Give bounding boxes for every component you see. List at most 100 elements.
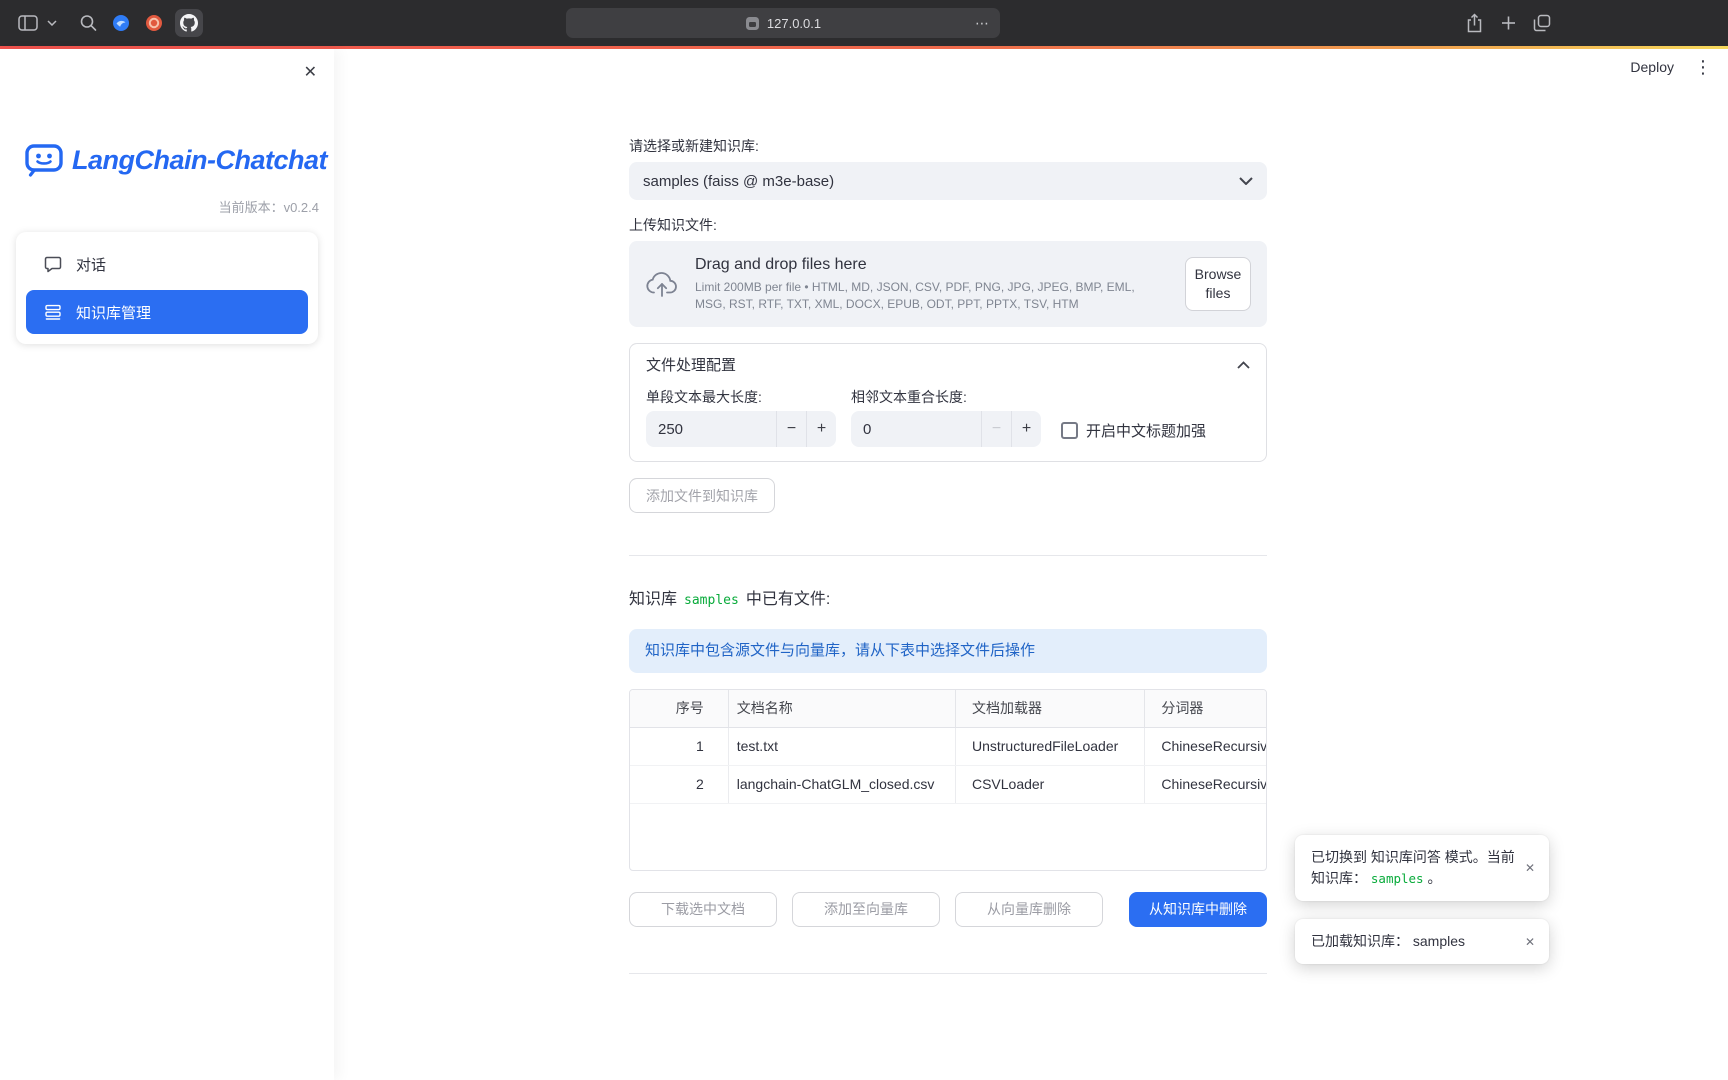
cell-doc-name: langchain-ChatGLM_closed.csv (728, 766, 955, 803)
overlap-size-input[interactable]: 0 − + (851, 411, 1041, 447)
toast-close-button[interactable]: ✕ (1522, 933, 1538, 951)
file-config-expander: 文件处理配置 单段文本最大长度: 250 − + 相邻文本重合长度: (629, 343, 1267, 462)
chevron-down-icon (47, 20, 57, 26)
dropzone-title: Drag and drop files here (695, 256, 1169, 274)
deploy-button[interactable]: Deploy (1630, 59, 1674, 75)
files-table[interactable]: 序号 文档名称 文档加载器 分词器 1 test.txt Unstructure… (629, 689, 1267, 871)
toast-close-button[interactable]: ✕ (1522, 859, 1538, 877)
plus-icon (1501, 16, 1516, 31)
cell-index: 2 (630, 766, 728, 803)
app-shortcut-blue[interactable] (112, 14, 130, 32)
toast-kb-name-code: samples (1371, 871, 1424, 886)
add-files-button[interactable]: 添加文件到知识库 (629, 478, 775, 513)
url-text: 127.0.0.1 (767, 16, 821, 31)
page-settings-button[interactable]: ⋯ (972, 13, 992, 33)
sidebar-item-chat[interactable]: 对话 (26, 242, 308, 286)
column-header-index[interactable]: 序号 (630, 690, 728, 727)
chunk-plus-button[interactable]: + (806, 411, 836, 447)
share-button[interactable] (1466, 13, 1483, 33)
content-block: 请选择或新建知识库: samples (faiss @ m3e-base) 上传… (629, 49, 1267, 974)
github-shortcut[interactable] (175, 9, 203, 37)
toast-kb-loaded: 已加载知识库： samples ✕ (1295, 919, 1549, 964)
address-bar[interactable]: 127.0.0.1 ⋯ (566, 8, 1000, 38)
browser-toolbar: 127.0.0.1 ⋯ (0, 0, 1728, 46)
cell-index: 1 (630, 728, 728, 765)
tabs-icon (1533, 14, 1551, 32)
toast-stack: 已切换到 知识库问答 模式。当前知识库： samples 。 ✕ 已加载知识库：… (1295, 835, 1549, 964)
github-icon (180, 14, 198, 32)
cell-splitter: ChineseRecursiveT (1144, 766, 1266, 803)
column-header-loader[interactable]: 文档加载器 (955, 690, 1144, 727)
blue-app-icon (112, 14, 130, 32)
sidebar: ✕ LangChain-Chatchat 当前版本：v0.2.4 对话 知识库管… (0, 49, 334, 1080)
app-shortcut-orange[interactable] (145, 14, 163, 32)
knowledge-base-icon (44, 303, 62, 321)
tab-overview-button[interactable] (1533, 14, 1551, 32)
existing-files-prefix: 知识库 (629, 585, 677, 609)
chunk-size-label: 单段文本最大长度: (646, 389, 836, 405)
overlap-size-value[interactable]: 0 (851, 411, 981, 447)
info-alert: 知识库中包含源文件与向量库，请从下表中选择文件后操作 (629, 629, 1267, 673)
app-logo-text: LangChain-Chatchat (72, 145, 327, 176)
chat-bubble-icon (44, 255, 62, 273)
kb-selectbox[interactable]: samples (faiss @ m3e-base) (629, 162, 1267, 200)
sidebar-item-label: 知识库管理 (76, 302, 151, 323)
browse-files-button[interactable]: Browse files (1185, 257, 1251, 311)
overlap-size-label: 相邻文本重合长度: (851, 389, 1041, 405)
existing-files-heading: 知识库 samples 中已有文件: (629, 585, 1267, 609)
chunk-size-value[interactable]: 250 (646, 411, 776, 447)
search-button[interactable] (80, 15, 97, 32)
cell-doc-name: test.txt (728, 728, 955, 765)
chevron-down-icon (1239, 177, 1253, 185)
site-favicon (745, 16, 760, 31)
cell-splitter: ChineseRecursiveT (1144, 728, 1266, 765)
add-to-vector-store-button[interactable]: 添加至向量库 (792, 892, 940, 927)
delete-from-kb-button[interactable]: 从知识库中删除 (1129, 892, 1267, 927)
chunk-size-field: 单段文本最大长度: 250 − + (646, 389, 836, 447)
search-icon (80, 15, 97, 32)
chunk-minus-button[interactable]: − (776, 411, 806, 447)
sidebar-menu: 对话 知识库管理 (16, 232, 318, 344)
zh-title-enhance-checkbox[interactable]: 开启中文标题加强 (1061, 420, 1206, 441)
upload-label: 上传知识文件: (629, 217, 1267, 233)
cell-loader: UnstructuredFileLoader (955, 728, 1144, 765)
orange-ring-icon (145, 14, 163, 32)
column-header-doc-name[interactable]: 文档名称 (728, 690, 955, 727)
expander-title: 文件处理配置 (646, 354, 736, 375)
streamlit-header: Deploy ⋮ (1630, 58, 1712, 76)
main-menu-kebab-icon[interactable]: ⋮ (1694, 58, 1712, 76)
table-row[interactable]: 2 langchain-ChatGLM_closed.csv CSVLoader… (630, 766, 1266, 804)
cell-loader: CSVLoader (955, 766, 1144, 803)
sidebar-toggle-button[interactable] (18, 15, 38, 31)
toast-text: 已加载知识库： samples (1311, 933, 1465, 949)
table-header-row: 序号 文档名称 文档加载器 分词器 (630, 690, 1266, 728)
kb-select-label: 请选择或新建知识库: (629, 138, 1267, 154)
expander-content: 单段文本最大长度: 250 − + 相邻文本重合长度: 0 − + (630, 385, 1266, 461)
expander-header[interactable]: 文件处理配置 (630, 344, 1266, 385)
app-logo: LangChain-Chatchat (25, 143, 327, 177)
overlap-minus-button[interactable]: − (981, 411, 1011, 447)
sidebar-toggle-chevron[interactable] (47, 20, 57, 26)
checkbox-icon[interactable] (1061, 422, 1078, 439)
chatchat-logo-icon (25, 143, 63, 177)
share-icon (1466, 13, 1483, 33)
sidebar-close-button[interactable]: ✕ (300, 61, 321, 85)
delete-from-vector-store-button[interactable]: 从向量库删除 (955, 892, 1103, 927)
column-header-splitter[interactable]: 分词器 (1144, 690, 1266, 727)
new-tab-button[interactable] (1501, 16, 1516, 31)
version-caption: 当前版本：v0.2.4 (219, 197, 319, 216)
dropzone-texts: Drag and drop files here Limit 200MB per… (695, 256, 1169, 311)
sidebar-item-label: 对话 (76, 254, 106, 275)
table-actions: 下载选中文档 添加至向量库 从向量库删除 从知识库中删除 (629, 892, 1267, 927)
table-row[interactable]: 1 test.txt UnstructuredFileLoader Chines… (630, 728, 1266, 766)
file-dropzone[interactable]: Drag and drop files here Limit 200MB per… (629, 241, 1267, 327)
checkbox-label: 开启中文标题加强 (1086, 420, 1206, 441)
divider (629, 555, 1267, 556)
existing-files-suffix: 中已有文件: (746, 585, 830, 609)
toast-mode-switched: 已切换到 知识库问答 模式。当前知识库： samples 。 ✕ (1295, 835, 1549, 901)
download-selected-button[interactable]: 下载选中文档 (629, 892, 777, 927)
overlap-plus-button[interactable]: + (1011, 411, 1041, 447)
sidebar-item-knowledge-base[interactable]: 知识库管理 (26, 290, 308, 334)
chunk-size-input[interactable]: 250 − + (646, 411, 836, 447)
sidebar-panel-icon (18, 15, 38, 31)
